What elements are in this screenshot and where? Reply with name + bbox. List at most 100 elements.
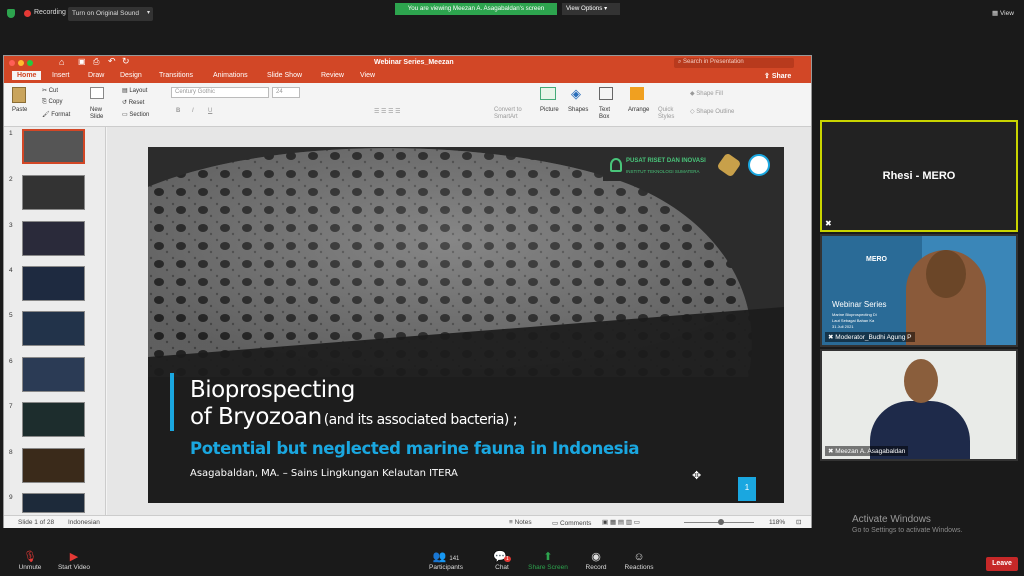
cursor-icon: ✥ (692, 470, 702, 482)
original-sound-button[interactable]: Turn on Original Sound ▾ (68, 7, 153, 21)
slide-counter: Slide 1 of 28 (18, 519, 55, 526)
section-button[interactable]: ▭ Section (122, 111, 149, 118)
print-icon[interactable]: ⎙ (93, 57, 99, 67)
share-button[interactable]: ⇪ Share (764, 72, 791, 80)
shape-outline-button[interactable]: ◇ Shape Outline (690, 108, 734, 115)
thumb-number: 4 (9, 267, 13, 274)
cut-label: Cut (48, 88, 59, 94)
convert-smartart-label[interactable]: Convert to SmartArt (494, 107, 534, 121)
zoom-control-bar: 🎙 Unmute ▶ Start Video 👥 141 Participants 💬… (0, 548, 1024, 576)
arrange-icon[interactable] (630, 87, 644, 100)
participant-tile-moderator[interactable]: MERO Webinar Series Marine Bioprospectin… (820, 234, 1018, 347)
picture-icon[interactable] (540, 87, 556, 100)
home-icon[interactable]: ⌂ (59, 57, 64, 67)
muted-mic-icon: ✖ (825, 219, 832, 228)
paste-icon[interactable] (12, 87, 26, 103)
record-label: Record (585, 564, 607, 571)
quick-styles-label[interactable]: Quick Styles (658, 107, 680, 121)
recording-icon (24, 10, 31, 17)
participant-tile-rhesi[interactable]: Rhesi - MERO ✖ (820, 120, 1018, 232)
tab-view[interactable]: View (360, 72, 375, 79)
close-window-button[interactable] (9, 60, 15, 66)
tile-slide-brand: MERO (866, 256, 887, 263)
logo-text-1: PUSAT RISET DAN INOVASI (626, 158, 706, 164)
comments-button[interactable]: ▭ Comments (552, 519, 591, 527)
thumb-number: 2 (9, 176, 13, 183)
tab-draw[interactable]: Draw (88, 72, 104, 79)
notes-label: Notes (514, 519, 532, 526)
title-accent-bar (170, 373, 174, 431)
grid-icon: ▦ (992, 10, 999, 17)
text-box-icon[interactable] (599, 87, 613, 100)
title-associated-bacteria: (and its associated bacteria) ; (323, 412, 518, 428)
slide-page-number: 1 (738, 477, 756, 501)
start-video-button[interactable]: ▶ Start Video (44, 550, 104, 571)
participants-button[interactable]: 👥 141 Participants (416, 550, 476, 571)
slide-thumbnail[interactable] (22, 402, 85, 437)
minimize-window-button[interactable] (18, 60, 24, 66)
slide-thumbnail[interactable] (22, 266, 85, 301)
activate-windows-sub: Go to Settings to activate Windows. (852, 527, 963, 534)
view-mode-icons[interactable]: ▣ ▦ ▤ ▥ ▭ (602, 518, 640, 526)
tab-design[interactable]: Design (120, 72, 142, 79)
search-placeholder: Search in Presentation (683, 59, 744, 65)
logo-text-2: INSTITUT TEKNOLOGI SUMATERA (626, 169, 700, 174)
view-button[interactable]: ▦ View (992, 9, 1014, 17)
view-options-button[interactable]: View Options ▾ (562, 3, 620, 15)
chat-badge: 1 (503, 556, 511, 562)
start-video-label: Start Video (57, 564, 91, 571)
text-box-label: Text Box (599, 107, 611, 120)
fit-slide-icon[interactable]: ⊡ (796, 518, 801, 526)
slide-thumbnail-panel: 1 2 3 4 5 6 7 8 9 (4, 127, 106, 515)
participant-name-meezan: ✖ Meezan A. Asagabaldan (825, 446, 909, 456)
slide-title-line-1: Bioprospecting (190, 377, 355, 403)
new-slide-icon[interactable] (90, 87, 104, 99)
notes-button[interactable]: ≡ Notes (509, 519, 532, 526)
layout-button[interactable]: ▤ Layout (122, 87, 147, 94)
bold-button[interactable]: B (176, 108, 180, 114)
reset-button[interactable]: ↺ Reset (122, 99, 144, 106)
slide-thumbnail[interactable] (22, 221, 85, 256)
slide-thumbnail[interactable] (22, 493, 85, 513)
zoom-slider-thumb[interactable] (718, 519, 724, 525)
paste-label: Paste (12, 107, 28, 113)
undo-icon[interactable]: ↶ (108, 56, 116, 67)
redo-icon[interactable]: ↻ (122, 56, 130, 67)
align-icons[interactable]: ☰ ☰ ☰ ☰ (374, 108, 401, 115)
slide-thumbnail[interactable] (22, 129, 85, 164)
reactions-button[interactable]: ☺ Reactions (609, 550, 669, 571)
slide-thumbnail[interactable] (22, 311, 85, 346)
tab-transitions[interactable]: Transitions (159, 72, 193, 79)
copy-button[interactable]: ⎘ Copy (42, 99, 62, 106)
video-off-icon: ▶ (69, 551, 79, 563)
pri-logo-icon (610, 158, 622, 172)
tab-home[interactable]: Home (12, 71, 42, 80)
reset-label: Reset (128, 100, 145, 106)
participant-tile-meezan[interactable]: ✖ Meezan A. Asagabaldan (820, 349, 1018, 461)
save-icon[interactable]: ▣ (78, 57, 86, 66)
shape-fill-button[interactable]: ◆ Shape Fill (690, 90, 723, 97)
section-label: Section (129, 112, 150, 118)
font-family-select[interactable]: Century Gothic (171, 87, 269, 98)
tab-slide-show[interactable]: Slide Show (267, 72, 302, 79)
tab-animations[interactable]: Animations (213, 72, 248, 79)
participants-label: Participants (429, 564, 463, 571)
unmute-label: Unmute (18, 564, 42, 571)
zoom-window-button[interactable] (27, 60, 33, 66)
italic-button[interactable]: I (192, 108, 194, 114)
tab-insert[interactable]: Insert (52, 72, 70, 79)
slide-thumbnail[interactable] (22, 175, 85, 210)
shapes-icon[interactable]: ◈ (571, 86, 581, 102)
cut-button[interactable]: ✂ Cut (42, 87, 58, 94)
shield-icon (7, 9, 15, 18)
search-presentation-field[interactable]: ⌕ Search in Presentation (674, 58, 794, 68)
underline-button[interactable]: U (208, 108, 212, 114)
leave-button[interactable]: Leave (986, 557, 1018, 571)
slide-thumbnail[interactable] (22, 357, 85, 392)
tab-review[interactable]: Review (321, 72, 344, 79)
font-size-select[interactable]: 24 (272, 87, 300, 98)
slide-thumbnail[interactable] (22, 448, 85, 483)
reactions-icon: ☺ (633, 551, 645, 563)
format-button[interactable]: 🖌 Format (42, 111, 70, 118)
shape-outline-label: Shape Outline (696, 109, 735, 115)
